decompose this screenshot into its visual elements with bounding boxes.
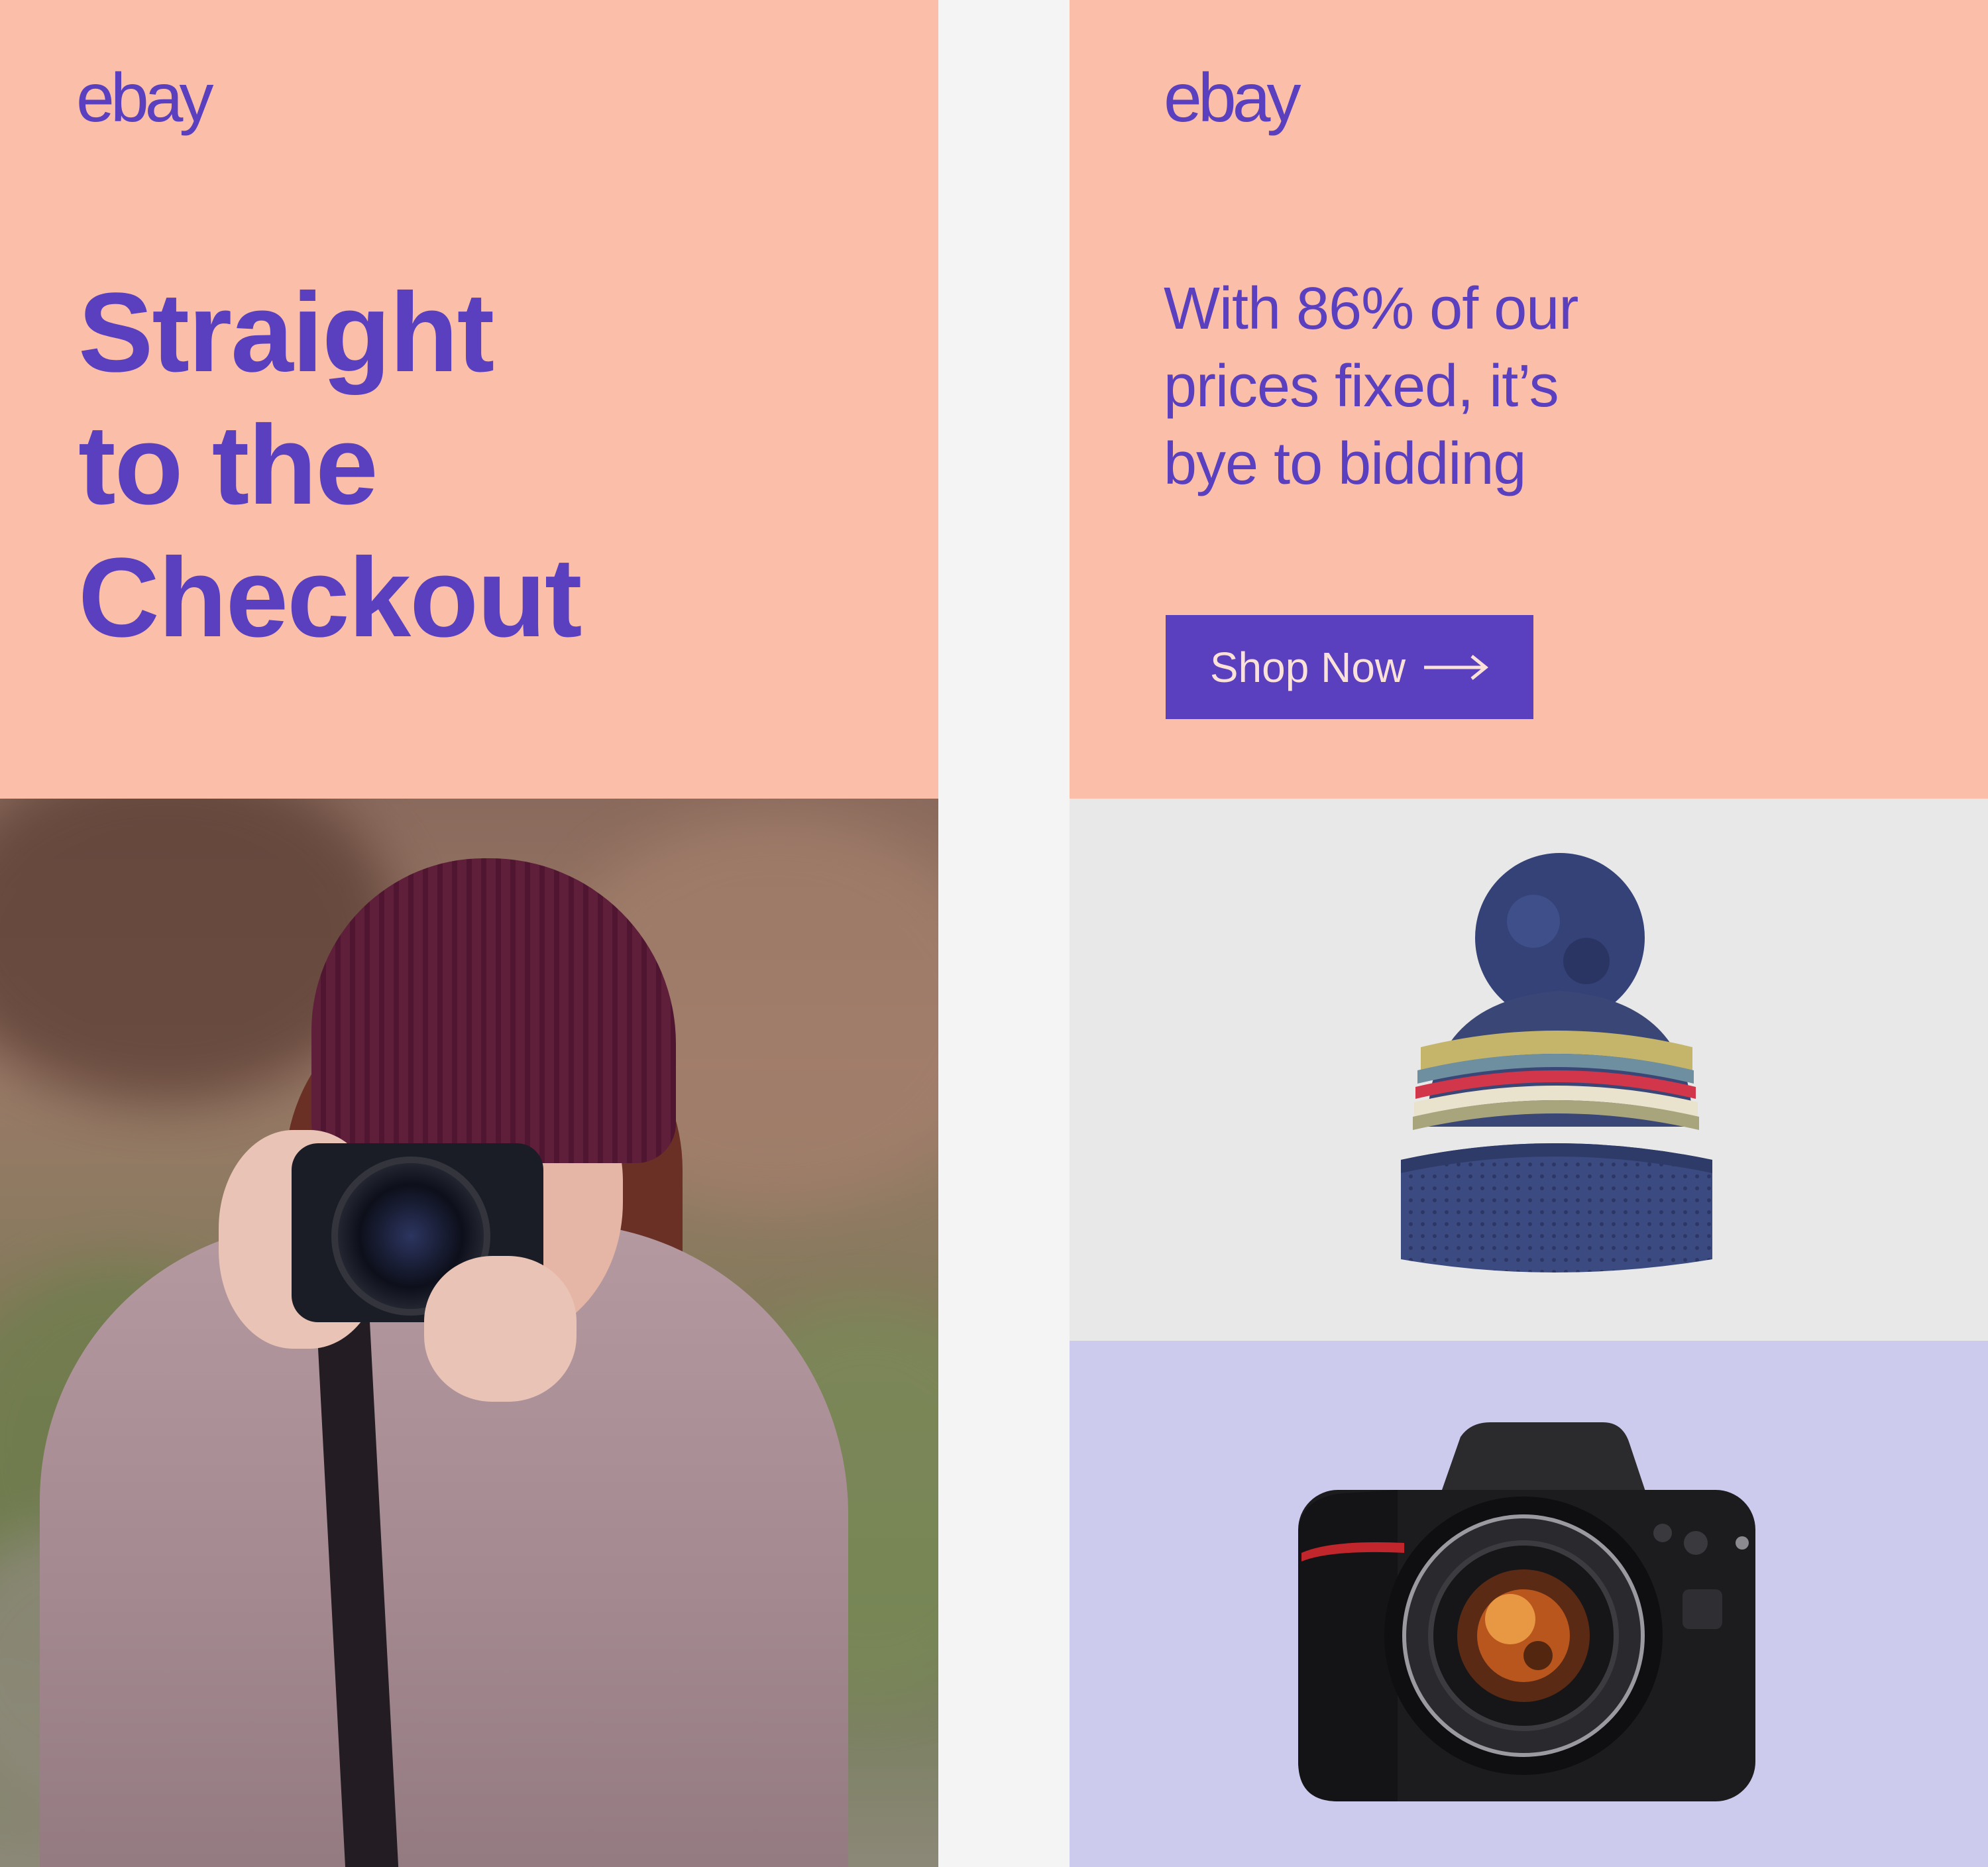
right-hand [424,1256,577,1402]
hat-product-panel[interactable] [1070,799,1988,1341]
left-header-panel: ebay Straight to the Checkout [0,0,938,799]
ebay-logo: ebay [76,60,214,137]
shop-now-label: Shop Now [1209,643,1406,691]
tagline-line: prices fixed, it’s [1164,353,1559,420]
tagline: With 86% of our prices fixed, it’s bye t… [1164,270,1694,503]
left-ad-tile: ebay Straight to the Checkout [0,0,938,1867]
right-header-panel: ebay With 86% of our prices fixed, it’s … [1070,0,1988,799]
headline-line: Checkout [78,535,582,661]
tagline-line: bye to bidding [1164,431,1526,497]
beanie-hat-icon [1401,853,1712,1273]
photographer-photo [0,799,938,1867]
headline: Straight to the Checkout [78,266,807,664]
arrow-right-icon [1423,654,1489,681]
right-ad-tile: ebay With 86% of our prices fixed, it’s … [1070,0,1988,1867]
headline-line: Straight [78,270,494,396]
tagline-line: With 86% of our [1164,276,1578,342]
headline-line: to the [78,402,378,528]
camera-product-panel[interactable] [1070,1341,1988,1867]
ebay-logo: ebay [1164,60,1301,137]
dslr-camera-icon [1298,1422,1755,1801]
ebay-ad-page: ebay Straight to the Checkout ebay With … [0,0,1988,1867]
shop-now-button[interactable]: Shop Now [1166,615,1533,719]
